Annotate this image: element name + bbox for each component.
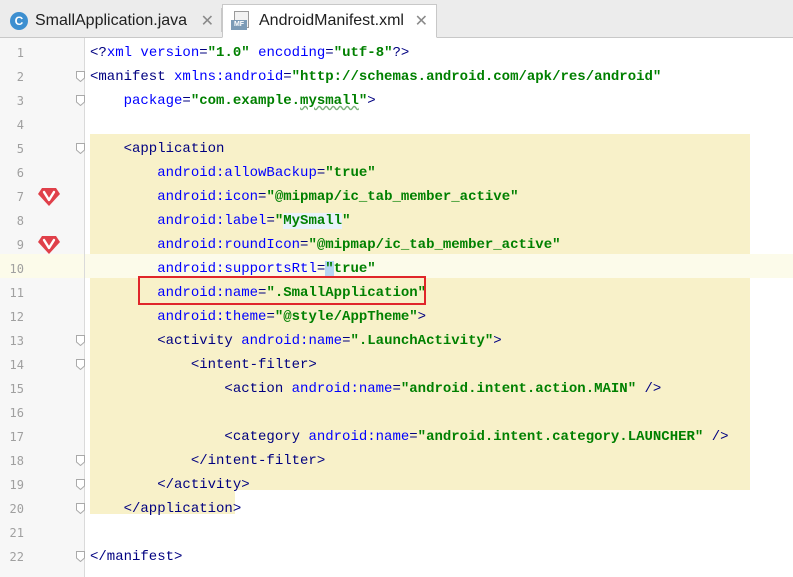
code-line-2[interactable]: 2 <manifest xmlns:android="http://schemas… <box>0 65 793 89</box>
line-number: 14 <box>9 358 24 372</box>
code-text: android:theme="@style/AppTheme"> <box>157 309 427 325</box>
line-number: 12 <box>9 310 24 324</box>
java-class-icon: C <box>10 11 28 30</box>
code-text: </intent-filter> <box>90 453 326 469</box>
code-text: android:icon="@mipmap/ic_tab_member_acti… <box>157 189 519 205</box>
fold-marker-icon[interactable] <box>76 95 85 106</box>
code-text: <?xml version="1.0" encoding="utf-8"?> <box>90 45 410 61</box>
line-number: 18 <box>9 454 24 468</box>
code-line-21[interactable]: 21 <box>0 521 793 545</box>
fold-marker-icon[interactable] <box>76 551 85 562</box>
fold-marker-icon[interactable] <box>76 143 85 154</box>
close-tab-icon[interactable]: ✕ <box>415 11 428 31</box>
code-line-20[interactable]: 20 </application> <box>0 497 793 521</box>
line-number: 3 <box>16 94 24 108</box>
editor-tab-bar: C SmallApplication.java ✕ MF AndroidMani… <box>0 0 793 38</box>
vue-heart-icon[interactable] <box>36 185 62 209</box>
line-number: 10 <box>9 262 24 276</box>
code-text: <category android:name="android.intent.c… <box>90 429 729 445</box>
line-number: 22 <box>9 550 24 564</box>
code-text: </application> <box>90 501 242 517</box>
vue-heart-icon[interactable] <box>36 233 62 257</box>
code-line-5[interactable]: 5 <application <box>0 137 793 161</box>
code-text: <activity android:name=".LaunchActivity"… <box>90 333 502 349</box>
line-number: 11 <box>9 286 24 300</box>
fold-marker-icon[interactable] <box>76 359 85 370</box>
code-line-7[interactable]: 7 android:icon="@mipmap/ic_tab_member_ac… <box>0 185 793 209</box>
code-text: </manifest> <box>90 549 183 565</box>
code-text: android:allowBackup="true" <box>157 165 376 181</box>
code-editor[interactable]: 1 <?xml version="1.0" encoding="utf-8"?> 2… <box>0 38 793 577</box>
code-line-13[interactable]: 13 <activity android:name=".LaunchActivi… <box>0 329 793 353</box>
line-number: 5 <box>16 142 24 156</box>
code-line-15[interactable]: 15 <action android:name="android.intent.… <box>0 377 793 401</box>
line-number: 4 <box>16 118 24 132</box>
line-number: 15 <box>9 382 24 396</box>
close-tab-icon[interactable]: ✕ <box>201 11 214 31</box>
line-number: 9 <box>16 238 24 252</box>
line-number: 21 <box>9 526 24 540</box>
fold-marker-icon[interactable] <box>76 503 85 514</box>
manifest-file-icon: MF <box>231 11 253 31</box>
code-line-12[interactable]: 12 android:theme="@style/AppTheme"> <box>0 305 793 329</box>
code-line-9[interactable]: 9 android:roundIcon="@mipmap/ic_tab_memb… <box>0 233 793 257</box>
code-text: <manifest xmlns:android="http://schemas.… <box>90 69 662 85</box>
code-text: package="com.example.mysmall"> <box>123 93 376 109</box>
line-number: 17 <box>9 430 24 444</box>
line-number: 6 <box>16 166 24 180</box>
tab-android-manifest-xml[interactable]: MF AndroidManifest.xml ✕ <box>222 4 437 38</box>
code-text: <intent-filter> <box>90 357 317 373</box>
line-number: 2 <box>16 70 24 84</box>
code-line-18[interactable]: 18 </intent-filter> <box>0 449 793 473</box>
code-line-8[interactable]: 8 android:label="MySmall" <box>0 209 793 233</box>
code-line-1[interactable]: 1 <?xml version="1.0" encoding="utf-8"?> <box>0 41 793 65</box>
line-number: 16 <box>9 406 24 420</box>
code-text: android:label="MySmall" <box>157 213 351 229</box>
code-line-16[interactable]: 16 <box>0 401 793 425</box>
code-line-6[interactable]: 6 android:allowBackup="true" <box>0 161 793 185</box>
code-text: android:roundIcon="@mipmap/ic_tab_member… <box>157 237 561 253</box>
fold-marker-icon[interactable] <box>76 335 85 346</box>
line-number: 8 <box>16 214 24 228</box>
code-text: </activity> <box>90 477 250 493</box>
line-number: 20 <box>9 502 24 516</box>
code-line-19[interactable]: 19 </activity> <box>0 473 793 497</box>
fold-marker-icon[interactable] <box>76 71 85 82</box>
line-number: 7 <box>16 190 24 204</box>
code-text: <action android:name="android.intent.act… <box>90 381 662 397</box>
line-number: 1 <box>16 46 24 60</box>
code-line-14[interactable]: 14 <intent-filter> <box>0 353 793 377</box>
code-line-3[interactable]: 3 package="com.example.mysmall"> <box>0 89 793 113</box>
annotation-red-box <box>138 276 426 305</box>
code-line-22[interactable]: 22 </manifest> <box>0 545 793 569</box>
line-number: 13 <box>9 334 24 348</box>
fold-marker-icon[interactable] <box>76 479 85 490</box>
code-line-4[interactable]: 4 <box>0 113 793 137</box>
fold-marker-icon[interactable] <box>76 455 85 466</box>
tab-label: SmallApplication.java <box>35 11 188 29</box>
tab-small-application-java[interactable]: C SmallApplication.java ✕ <box>0 4 222 37</box>
code-line-17[interactable]: 17 <category android:name="android.inten… <box>0 425 793 449</box>
tab-label: AndroidManifest.xml <box>259 12 404 29</box>
code-text: <application <box>90 141 225 157</box>
line-number: 19 <box>9 478 24 492</box>
